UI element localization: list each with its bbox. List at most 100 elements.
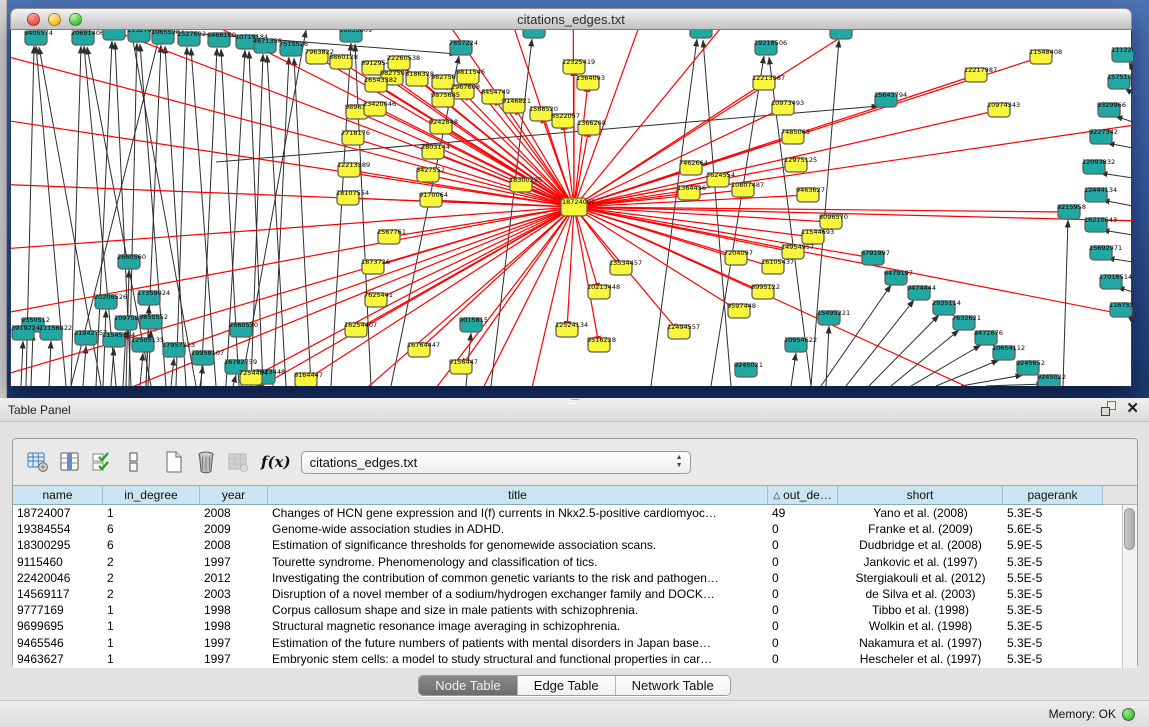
network-node[interactable]: 2567761 [377, 228, 406, 244]
network-node[interactable]: 9811546 [456, 68, 485, 84]
network-node[interactable]: 6479197 [884, 269, 913, 285]
network-node[interactable]: 9463627 [796, 186, 825, 202]
table-row[interactable]: 1872400712008Changes of HCN gene express… [13, 505, 1137, 521]
network-node[interactable]: 9146821 [502, 97, 531, 113]
network-node[interactable]: 11544693 [801, 228, 834, 244]
network-node[interactable]: 7485063 [781, 128, 810, 144]
network-node[interactable]: 23420046 [363, 100, 396, 116]
network-node[interactable]: 15692971 [1089, 244, 1122, 260]
network-window-titlebar[interactable]: citations_edges.txt [10, 8, 1132, 30]
splitter-handle[interactable] [569, 399, 580, 404]
network-node[interactable]: 10654112 [992, 344, 1025, 360]
table-row[interactable]: 2242004622012Investigating the contribut… [13, 570, 1137, 586]
network-node[interactable]: 9597448 [727, 302, 756, 318]
minimize-window-icon[interactable] [48, 13, 61, 26]
table-row[interactable]: 946554611997Estimation of the future num… [13, 635, 1137, 651]
column-header[interactable]: title [268, 486, 768, 505]
delete-icon[interactable] [191, 447, 221, 477]
table-row[interactable]: 1830029562008Estimation of significance … [13, 537, 1137, 553]
network-node[interactable]: 6791997 [861, 249, 890, 265]
function-builder-icon[interactable]: f(x) [261, 453, 291, 471]
table-settings-icon[interactable] [23, 447, 53, 477]
network-node[interactable]: 19958107 [191, 349, 224, 365]
select-columns-icon[interactable] [55, 447, 85, 477]
network-node[interactable]: 6466160 [207, 31, 236, 47]
network-node[interactable]: 9227342 [1089, 128, 1118, 144]
network-node[interactable]: 16033809 [339, 30, 372, 42]
network-node[interactable]: 11548408 [1029, 48, 1062, 64]
table-row[interactable]: 1938455462009Genome-wide association stu… [13, 521, 1137, 537]
network-window[interactable]: citations_edges.txt 94055742069140682505… [10, 8, 1132, 386]
network-node[interactable]: 15495221 [817, 309, 850, 325]
column-header[interactable]: △out_de… [768, 486, 838, 505]
network-node[interactable]: 8096570 [819, 213, 848, 229]
network-node[interactable]: 18107554 [336, 189, 369, 205]
network-node[interactable]: 10807487 [731, 181, 764, 197]
network-node[interactable]: 8164447 [294, 371, 323, 386]
network-node[interactable]: 8186328 [405, 70, 434, 86]
network-node[interactable]: 12505135 [131, 336, 164, 352]
network-node[interactable]: 19218506 [754, 39, 787, 55]
network-node[interactable]: 9245021 [734, 361, 763, 377]
float-panel-icon[interactable] [1101, 401, 1116, 416]
network-node[interactable]: 9170064 [419, 191, 448, 207]
network-node[interactable]: 10974343 [987, 101, 1020, 117]
new-file-icon[interactable] [159, 447, 189, 477]
row-height-icon[interactable] [119, 447, 149, 477]
network-node[interactable]: 7857224 [449, 39, 478, 55]
column-header[interactable]: year [200, 486, 268, 505]
network-node[interactable]: 10954622 [784, 336, 817, 352]
network-canvas-svg[interactable]: 9405574206914068250527115276010655287152… [11, 30, 1133, 386]
network-node[interactable]: 17359924 [137, 289, 170, 305]
network-node[interactable]: 11156822 [39, 324, 72, 340]
tab-edge-table[interactable]: Edge Table [518, 676, 616, 695]
close-panel-icon[interactable]: ✕ [1126, 401, 1139, 416]
network-node[interactable]: 9405574 [24, 30, 53, 45]
network-node[interactable]: 1364436 [677, 184, 706, 200]
network-node[interactable]: 9245022 [1037, 373, 1066, 386]
close-window-icon[interactable] [27, 13, 40, 26]
network-node[interactable]: 1112207 [1111, 46, 1133, 62]
column-header[interactable]: name [13, 486, 103, 505]
network-node[interactable]: 18130544 [829, 30, 862, 39]
network-node[interactable]: 8860128 [329, 53, 358, 69]
network-node[interactable]: 9474444 [907, 284, 936, 300]
network-node[interactable]: 22260538 [387, 54, 420, 70]
network-node[interactable]: 8215958 [1057, 203, 1086, 219]
network-node[interactable]: 12444134 [1084, 186, 1117, 202]
tab-network-table[interactable]: Network Table [616, 676, 730, 695]
network-node[interactable]: 16254407 [344, 321, 377, 337]
table-row[interactable]: 946362711997Embryonic stem cells: a mode… [13, 651, 1137, 667]
network-node[interactable]: 7632621 [952, 314, 981, 330]
network-canvas[interactable]: 9405574206914068250527115276010655287152… [10, 30, 1132, 386]
table-row[interactable]: 911546021997Tourette syndrome. Phenomeno… [13, 554, 1137, 570]
tab-node-table[interactable]: Node Table [419, 676, 518, 695]
network-node[interactable]: 15751074 [1107, 73, 1133, 89]
network-node[interactable]: 8427552 [416, 166, 445, 182]
network-node[interactable]: 1527602 [177, 30, 206, 46]
network-node[interactable]: 12975125 [784, 156, 817, 172]
vertical-scrollbar[interactable] [1122, 505, 1137, 668]
network-node[interactable]: 1572233 [522, 30, 551, 38]
zoom-window-icon[interactable] [69, 13, 82, 26]
network-node[interactable]: 1364093 [576, 74, 605, 90]
network-node[interactable]: 12217987 [964, 66, 997, 82]
network-node[interactable]: 7462664 [679, 159, 708, 175]
network-node[interactable]: 12093832 [1082, 158, 1115, 174]
network-node[interactable]: 12494557 [667, 323, 700, 339]
network-node[interactable]: 7515526 [279, 40, 308, 56]
column-header[interactable]: in_degree [103, 486, 200, 505]
network-node[interactable]: 13534457 [609, 259, 642, 275]
column-header[interactable]: short [838, 486, 1003, 505]
network-node[interactable]: 2660560 [117, 253, 146, 269]
network-node[interactable]: 1873726 [361, 258, 390, 274]
table-row[interactable]: 1456911722003Disruption of a novel membe… [13, 586, 1137, 602]
network-node[interactable]: 9015815 [459, 316, 488, 332]
scrollbar-thumb[interactable] [1124, 508, 1135, 550]
network-node[interactable]: 17016514 [1099, 273, 1132, 289]
network-node[interactable]: 16105437 [761, 258, 794, 274]
table-selector-dropdown[interactable]: citations_edges.txt ▲▼ [301, 451, 691, 474]
network-node[interactable]: 12325419 [562, 58, 595, 74]
network-node[interactable]: 20691406 [71, 30, 104, 45]
network-node[interactable]: 2660530 [229, 321, 258, 337]
